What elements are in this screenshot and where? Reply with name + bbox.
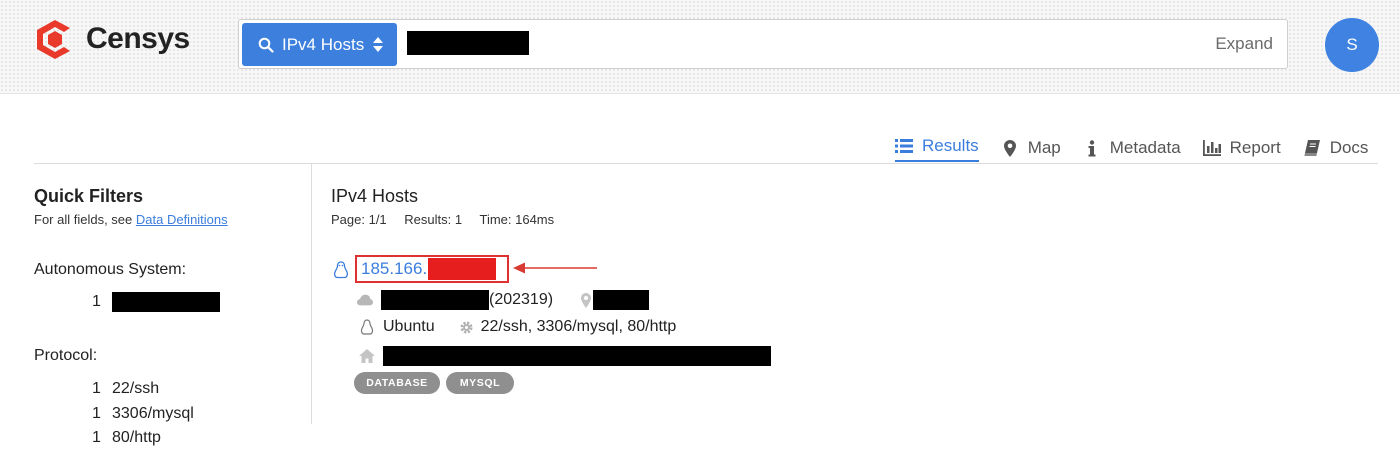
asn-number: (202319)	[489, 291, 554, 308]
location-pin-icon	[581, 292, 592, 308]
view-tabs: Results Map Metadata Report Docs	[895, 134, 1368, 162]
search-bar: IPv4 Hosts Expand	[238, 19, 1288, 69]
os-services-row: Ubuntu 22/ssh, 3306/mysql, 80/http	[359, 318, 676, 336]
tab-docs-label: Docs	[1329, 138, 1369, 157]
facet-title-protocol: Protocol:	[34, 347, 98, 364]
list-icon	[895, 137, 913, 155]
redacted-asn-label	[112, 292, 220, 312]
results-panel: IPv4 Hosts Page: 1/1 Results: 1 Time: 16…	[331, 164, 1381, 454]
sort-updown-icon	[373, 37, 384, 52]
facet-count: 1	[92, 429, 101, 446]
user-avatar[interactable]: S	[1325, 18, 1379, 72]
censys-logo-icon	[37, 20, 70, 59]
redacted-location	[593, 290, 650, 310]
facet-label: 80/http	[112, 429, 161, 446]
tab-results[interactable]: Results	[895, 134, 979, 162]
tab-report-label: Report	[1229, 138, 1281, 157]
top-header: Censys IPv4 Hosts Expand S	[0, 0, 1400, 94]
map-pin-icon	[1001, 139, 1019, 157]
host-ip-link-highlighted[interactable]: 185.166.	[355, 255, 509, 283]
facet-count: 1	[92, 380, 101, 397]
tag-database[interactable]: DATABASE	[354, 372, 440, 394]
results-title: IPv4 Hosts	[331, 186, 419, 206]
facet-title-autonomous-system: Autonomous System:	[34, 261, 187, 278]
search-icon	[258, 37, 274, 53]
quick-filters-subtitle: For all fields, see Data Definitions	[34, 212, 228, 227]
tab-docs[interactable]: Docs	[1303, 134, 1369, 162]
annotation-arrow-icon	[513, 262, 597, 274]
search-type-label: IPv4 Hosts	[282, 34, 365, 54]
results-meta: Page: 1/1 Results: 1 Time: 164ms	[331, 212, 568, 227]
tab-report[interactable]: Report	[1202, 134, 1281, 162]
tab-metadata[interactable]: Metadata	[1083, 134, 1181, 162]
subtitle-prefix: For all fields, see	[34, 212, 136, 227]
tab-map[interactable]: Map	[1001, 134, 1061, 162]
linux-tux-icon	[333, 261, 349, 279]
hostname-row	[359, 346, 771, 366]
redacted-ip-suffix	[428, 258, 497, 280]
cloud-icon	[357, 294, 373, 306]
brand-name: Censys	[86, 22, 190, 55]
facet-item-http[interactable]: 1 80/http	[92, 429, 161, 447]
facet-count: 1	[92, 405, 101, 422]
censys-logo[interactable]: Censys	[34, 18, 190, 60]
quick-filters-sidebar: Quick Filters For all fields, see Data D…	[34, 164, 312, 424]
bar-chart-icon	[1202, 139, 1221, 157]
tab-metadata-label: Metadata	[1109, 138, 1181, 157]
home-icon	[359, 349, 375, 363]
query-time: Time: 164ms	[479, 212, 555, 227]
page-info: Page: 1/1	[331, 212, 387, 227]
asn-row: (202319)	[357, 290, 650, 310]
tab-map-label: Map	[1027, 138, 1061, 157]
search-input[interactable]	[407, 31, 529, 55]
redacted-hostnames	[383, 346, 771, 366]
facet-label: 3306/mysql	[112, 405, 194, 422]
os-name: Ubuntu	[383, 318, 435, 335]
results-count: Results: 1	[404, 212, 463, 227]
facet-label: 22/ssh	[112, 380, 160, 397]
data-definitions-link[interactable]: Data Definitions	[136, 212, 228, 227]
facet-item-asn[interactable]: 1	[92, 292, 220, 312]
quick-filters-title: Quick Filters	[34, 186, 144, 206]
facet-item-ssh[interactable]: 1 22/ssh	[92, 380, 159, 398]
info-icon	[1083, 139, 1101, 157]
search-type-dropdown[interactable]: IPv4 Hosts	[242, 23, 397, 66]
facet-item-mysql[interactable]: 1 3306/mysql	[92, 405, 194, 423]
tag-mysql[interactable]: MYSQL	[446, 372, 514, 394]
linux-tux-icon	[360, 319, 374, 335]
services-list: 22/ssh, 3306/mysql, 80/http	[480, 318, 677, 335]
facet-count: 1	[92, 293, 101, 310]
host-ip-prefix[interactable]: 185.166.	[361, 259, 427, 279]
expand-button[interactable]: Expand	[1215, 34, 1273, 54]
redacted-as-name	[381, 290, 489, 310]
gear-icon	[460, 321, 473, 333]
tab-results-label: Results	[922, 136, 979, 155]
book-icon	[1303, 139, 1321, 157]
